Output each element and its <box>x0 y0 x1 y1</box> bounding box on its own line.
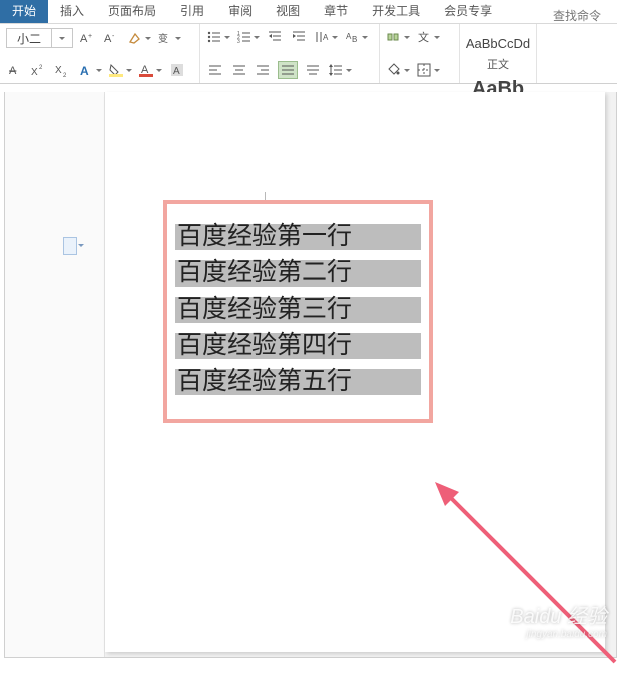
distribute-button[interactable] <box>304 61 322 79</box>
svg-text:X: X <box>31 67 38 78</box>
tab-start[interactable]: 开始 <box>0 0 48 23</box>
navigation-pane[interactable] <box>5 92 105 657</box>
svg-text:A: A <box>9 65 17 77</box>
font-size-value: 小二 <box>7 30 51 47</box>
superscript-button[interactable]: X2 <box>30 61 48 79</box>
decrease-indent-button[interactable] <box>266 28 284 46</box>
svg-text:A: A <box>80 64 89 78</box>
svg-text:-: - <box>112 33 115 40</box>
character-shading-button[interactable]: A <box>168 61 186 79</box>
numbering-button[interactable]: 123 <box>236 28 260 46</box>
bullets-button[interactable] <box>206 28 230 46</box>
tab-devtools[interactable]: 开发工具 <box>360 0 432 23</box>
text-direction-button[interactable]: A <box>314 28 338 46</box>
svg-text:A: A <box>173 66 180 77</box>
tab-pagelayout[interactable]: 页面布局 <box>96 0 168 23</box>
document-page[interactable]: 百度经验第一行 百度经验第二行 百度经验第三行 百度经验第四行 百度经验第五行 <box>105 92 605 652</box>
strikethrough-button[interactable]: A <box>6 61 24 79</box>
tab-stops-button[interactable] <box>386 28 410 46</box>
line-spacing-button[interactable] <box>328 61 352 79</box>
align-justify-button[interactable] <box>278 61 298 79</box>
document-line[interactable]: 百度经验第二行 <box>175 260 421 286</box>
document-line[interactable]: 百度经验第五行 <box>175 369 421 395</box>
svg-text:X: X <box>55 65 62 76</box>
phonetic-guide-button[interactable]: 变 <box>157 29 181 47</box>
borders-button[interactable] <box>416 61 440 79</box>
svg-text:3: 3 <box>237 39 240 45</box>
asian-layout-button[interactable]: AB <box>344 28 368 46</box>
tab-references[interactable]: 引用 <box>168 0 216 23</box>
ribbon-group-styles: AaBbCcDd 正文 AaBb 标题 1 Aa 标 <box>460 24 537 83</box>
nav-thumbnail-icon[interactable] <box>63 237 77 255</box>
document-line[interactable]: 百度经验第四行 <box>175 333 421 359</box>
tab-chapter[interactable]: 章节 <box>312 0 360 23</box>
font-color-button[interactable]: A <box>138 61 162 79</box>
ribbon-group-effects: 文 <box>380 24 460 83</box>
tab-member[interactable]: 会员专享 <box>432 0 504 23</box>
chevron-down-icon[interactable] <box>51 29 72 47</box>
svg-text:2: 2 <box>63 73 67 78</box>
highlight-color-button[interactable] <box>108 61 132 79</box>
command-search[interactable] <box>549 9 617 23</box>
annotation-arrow-icon <box>435 482 617 682</box>
svg-text:变: 变 <box>158 32 168 45</box>
increase-indent-button[interactable] <box>290 28 308 46</box>
style-normal[interactable]: AaBbCcDd 正文 <box>466 28 530 74</box>
grow-font-button[interactable]: A+ <box>79 29 97 47</box>
menu-tabs: 开始 插入 页面布局 引用 审阅 视图 章节 开发工具 会员专享 <box>0 0 617 24</box>
annotation-highlight-box: 百度经验第一行 百度经验第二行 百度经验第三行 百度经验第四行 百度经验第五行 <box>163 200 433 423</box>
svg-text:文: 文 <box>418 30 429 44</box>
svg-text:A: A <box>323 33 329 42</box>
text-effects-button[interactable]: A <box>78 61 102 79</box>
tab-review[interactable]: 审阅 <box>216 0 264 23</box>
document-line[interactable]: 百度经验第一行 <box>175 224 421 250</box>
text-tools-button[interactable]: 文 <box>416 28 440 46</box>
align-left-button[interactable] <box>206 61 224 79</box>
ribbon-group-font: 小二 A+ A- 变 A X2 X2 A A A <box>0 24 200 83</box>
svg-text:+: + <box>88 33 92 40</box>
svg-text:A: A <box>80 33 88 45</box>
workspace: 百度经验第一行 百度经验第二行 百度经验第三行 百度经验第四行 百度经验第五行 <box>4 92 617 658</box>
subscript-button[interactable]: X2 <box>54 61 72 79</box>
tab-insert[interactable]: 插入 <box>48 0 96 23</box>
command-search-input[interactable] <box>553 9 613 23</box>
svg-text:A: A <box>104 33 112 45</box>
shrink-font-button[interactable]: A- <box>103 29 121 47</box>
document-line[interactable]: 百度经验第三行 <box>175 297 421 323</box>
svg-text:B: B <box>352 35 357 44</box>
ribbon: 小二 A+ A- 变 A X2 X2 A A A 123 A AB <box>0 24 617 84</box>
font-size-select[interactable]: 小二 <box>6 28 73 48</box>
align-center-button[interactable] <box>230 61 248 79</box>
align-right-button[interactable] <box>254 61 272 79</box>
style-normal-label: 正文 <box>468 56 528 72</box>
shading-button[interactable] <box>386 61 410 79</box>
ribbon-group-paragraph: 123 A AB <box>200 24 380 83</box>
clear-format-button[interactable] <box>127 29 151 47</box>
style-normal-preview: AaBbCcDd <box>468 30 528 56</box>
svg-text:2: 2 <box>39 65 43 71</box>
tab-view[interactable]: 视图 <box>264 0 312 23</box>
